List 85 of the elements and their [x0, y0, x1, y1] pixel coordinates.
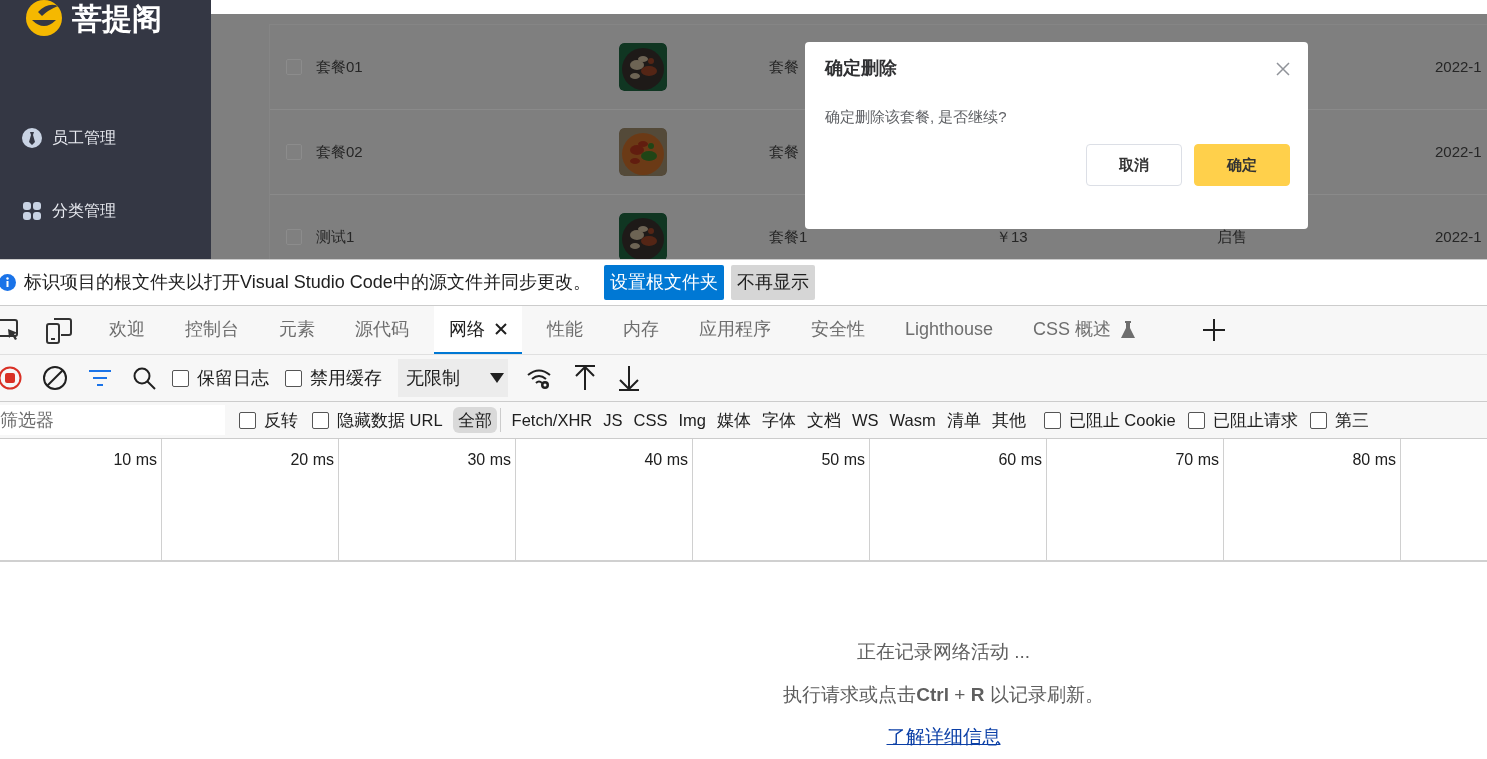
checkbox-label: 已阻止 Cookie: [1068, 409, 1176, 431]
tick-label: 30 ms: [467, 451, 511, 468]
dialog-message: 确定删除该套餐, 是否继续?: [825, 106, 1008, 127]
type-filter[interactable]: Fetch/XHR: [506, 406, 598, 434]
type-filter[interactable]: CSS: [628, 406, 673, 434]
tick-label: 60 ms: [998, 451, 1042, 468]
devtools-tab[interactable]: 内存: [608, 306, 674, 354]
type-filter[interactable]: 全部: [452, 406, 497, 434]
info-icon: [0, 274, 16, 291]
category-cell: 套餐: [769, 142, 799, 160]
tick-label: 20 ms: [290, 451, 334, 468]
checkbox[interactable]: [312, 411, 329, 429]
checkbox-label: 隐藏数据 URL: [337, 409, 443, 431]
category-cell: 套餐: [769, 57, 799, 75]
type-filter[interactable]: 清单: [941, 406, 986, 434]
checkbox-label: 禁用缓存: [310, 366, 382, 390]
upload-icon[interactable]: [574, 365, 596, 391]
filter-field[interactable]: 筛选器: [0, 405, 225, 435]
devtools-tab[interactable]: 控制台: [170, 306, 254, 354]
status-text: 执行请求或点击Ctrl + R 以记录刷新。: [783, 682, 1104, 707]
tie-icon: [22, 128, 42, 148]
devtools-tab[interactable]: 欢迎: [94, 306, 160, 354]
type-filter[interactable]: 媒体: [712, 406, 756, 434]
date-cell: 2022-1: [1435, 227, 1482, 245]
throttling-select[interactable]: 无限制: [398, 359, 508, 397]
status-cell: 启售: [1217, 227, 1247, 245]
record-icon[interactable]: [0, 366, 22, 390]
dismiss-button[interactable]: 不再显示: [730, 265, 815, 300]
devtools-tab[interactable]: 网络: [434, 306, 522, 354]
devtools-tab[interactable]: 性能: [532, 306, 598, 354]
type-filter[interactable]: 文档: [802, 406, 846, 434]
close-icon[interactable]: [495, 323, 507, 335]
tick-label: 70 ms: [1175, 451, 1219, 468]
clear-icon[interactable]: [42, 365, 68, 391]
type-filter[interactable]: Wasm: [884, 406, 941, 434]
info-message: 标识项目的根文件夹以打开Visual Studio Code中的源文件并同步更改。: [24, 271, 591, 294]
category-cell: 套餐1: [769, 227, 808, 245]
price-cell: ￥13: [996, 227, 1028, 245]
caret-icon: [490, 373, 504, 383]
name-cell: 套餐01: [316, 57, 363, 75]
checkbox-label: 反转: [264, 409, 298, 431]
set-root-button[interactable]: 设置根文件夹: [603, 265, 724, 300]
date-cell: 2022-1: [1435, 57, 1482, 75]
type-filter[interactable]: Img: [673, 406, 711, 434]
tick-label: 50 ms: [821, 451, 865, 468]
device-icon[interactable]: [46, 316, 72, 344]
checkbox[interactable]: [285, 369, 302, 387]
grid-icon: [22, 201, 42, 221]
sidebar-item[interactable]: 分类管理: [0, 191, 211, 231]
confirm-button[interactable]: 确定: [1194, 144, 1290, 187]
checkbox[interactable]: [172, 369, 189, 387]
tick-label: 80 ms: [1352, 451, 1396, 468]
checkbox[interactable]: [239, 411, 256, 429]
checkbox[interactable]: [1309, 411, 1327, 429]
devtools-tab[interactable]: 元素: [264, 306, 330, 354]
download-icon[interactable]: [618, 365, 640, 391]
checkbox[interactable]: [1187, 411, 1205, 429]
type-filter[interactable]: WS: [847, 406, 884, 434]
devtools-tab[interactable]: 应用程序: [684, 306, 786, 354]
devtools-tab[interactable]: 安全性: [796, 306, 880, 354]
filter-icon[interactable]: [88, 368, 112, 388]
type-filter[interactable]: 字体: [757, 406, 801, 434]
status-text: 正在记录网络活动 ...: [856, 640, 1031, 664]
type-filter[interactable]: JS: [598, 406, 628, 434]
dialog-title: 确定删除: [825, 58, 897, 80]
name-cell: 套餐02: [316, 142, 363, 160]
checkbox-label: 已阻止请求: [1212, 409, 1298, 431]
cancel-button[interactable]: 取消: [1086, 144, 1182, 187]
plus-icon[interactable]: [1202, 318, 1227, 342]
flask-icon: [1121, 320, 1136, 338]
devtools-tab[interactable]: Lighthouse: [890, 306, 1009, 354]
devtools-tab[interactable]: CSS 概述: [1018, 306, 1151, 354]
sidebar-item[interactable]: 员工管理: [0, 118, 211, 158]
tick-label: 40 ms: [644, 451, 688, 468]
logo-text: 菩提阁: [72, 0, 162, 37]
learn-more-link[interactable]: 了解详细信息: [886, 723, 1001, 752]
checkbox-label: 保留日志: [197, 366, 269, 390]
type-filter[interactable]: 其他: [986, 406, 1031, 434]
checkbox[interactable]: [1043, 411, 1061, 429]
devtools-tab[interactable]: 源代码: [340, 306, 424, 354]
tick-label: 10 ms: [113, 451, 157, 468]
name-cell: 测试1: [316, 227, 355, 245]
search-icon[interactable]: [132, 366, 156, 390]
checkbox-label: 第三: [1334, 409, 1369, 431]
date-cell: 2022-1: [1435, 142, 1482, 160]
